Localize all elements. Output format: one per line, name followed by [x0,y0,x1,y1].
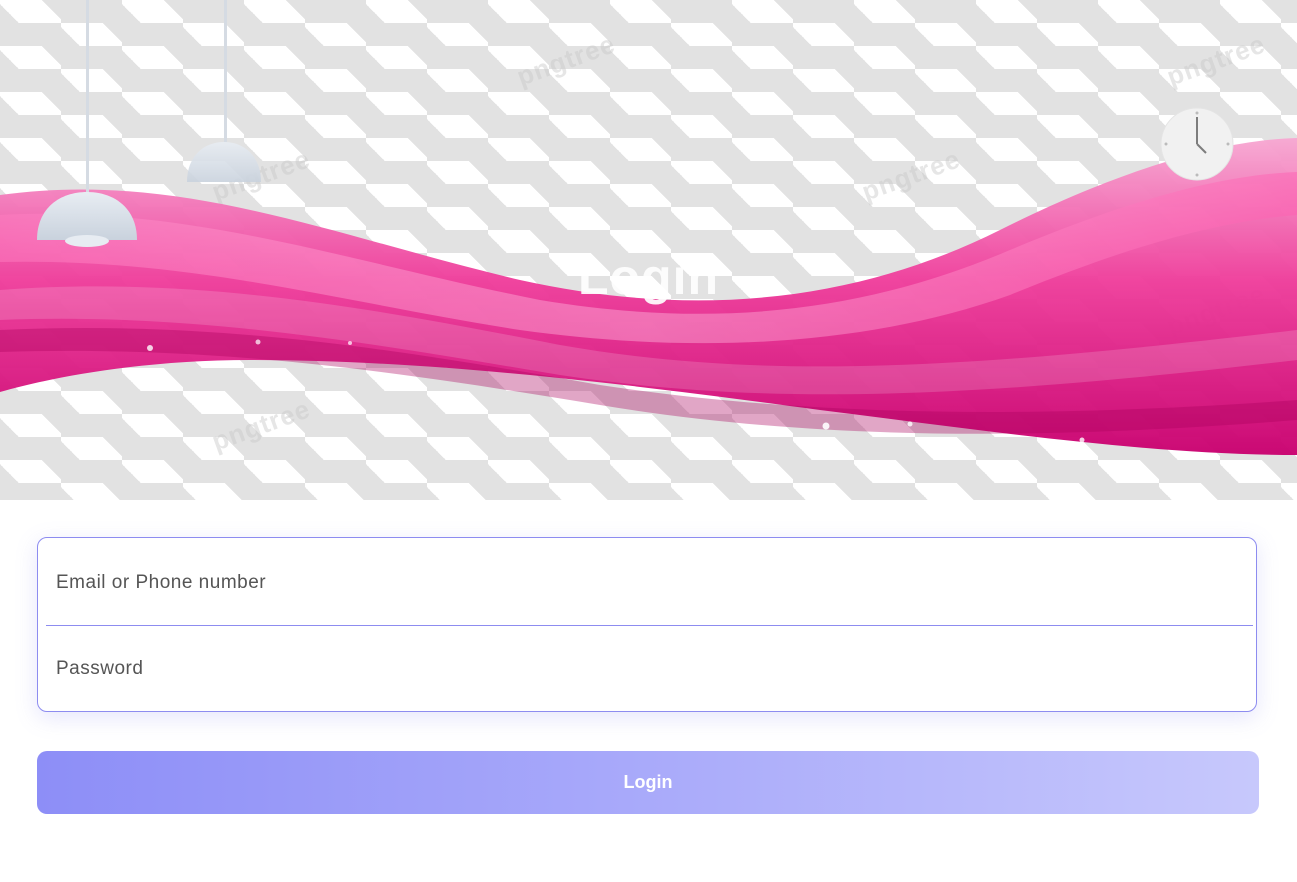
login-form [37,537,1257,712]
email-field-wrapper [46,540,1252,626]
password-field[interactable] [46,626,1252,712]
page-title: Login [577,249,720,305]
login-button[interactable]: Login [37,751,1259,814]
email-field[interactable] [46,540,1252,626]
pendant-lamp-icon [37,0,137,247]
hero-banner: pngtree pngtree pngtree pngtree pngtree … [0,0,1297,500]
password-field-wrapper [46,626,1252,712]
login-page: pngtree pngtree pngtree pngtree pngtree … [0,0,1297,882]
clock-icon [1160,107,1234,181]
pendant-lamp-icon [187,0,261,182]
